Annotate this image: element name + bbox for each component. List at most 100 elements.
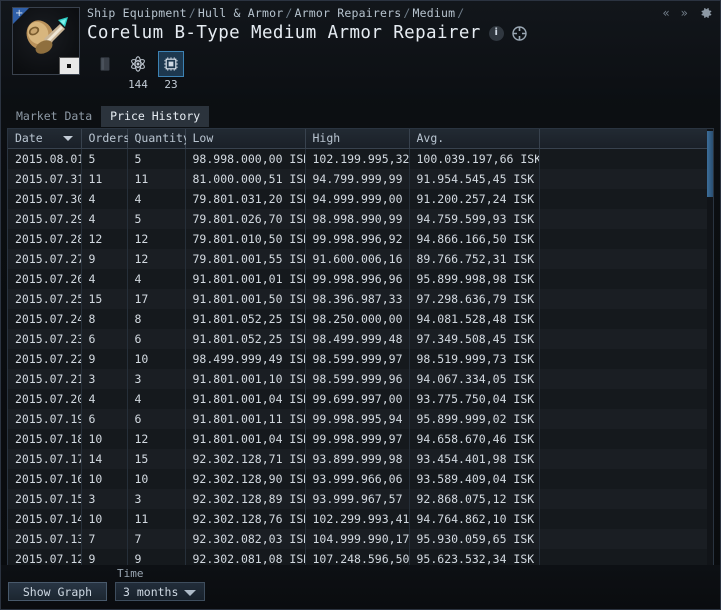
table-row[interactable]: 2015.07.16 10 10 92.302.128,90 ISK 93.999.96… <box>8 468 713 489</box>
cell-avg: 94.658.670,46 ISK <box>409 428 540 449</box>
table-row[interactable]: 2015.07.30 4 4 79.801.031,20 ISK 94.999.999,… <box>8 188 713 209</box>
column-header-date-label: Date <box>15 131 43 145</box>
show-graph-button[interactable]: Show Graph <box>8 582 107 601</box>
tab-price-history[interactable]: Price History <box>101 106 210 127</box>
vertical-scrollbar[interactable] <box>707 129 713 565</box>
breadcrumb-item-2[interactable]: Armor Repairers <box>294 6 401 20</box>
attribute-powergrid-value: 144 <box>128 78 148 91</box>
cell-spacer <box>539 529 713 549</box>
time-label: Time <box>117 567 144 580</box>
price-history-table: Date Orders Quantity Low High Avg. 2015.… <box>7 128 714 565</box>
column-header-quantity[interactable]: Quantity <box>127 129 190 149</box>
column-header-orders[interactable]: Orders <box>81 129 130 149</box>
cell-quantity: 5 <box>127 208 186 229</box>
table-row[interactable]: 2015.07.25 15 17 91.801.001,50 ISK 98.396.98… <box>8 288 713 309</box>
cell-avg: 97.349.508,45 ISK <box>409 328 540 349</box>
cell-spacer <box>539 389 713 409</box>
cell-avg: 95.899.998,98 ISK <box>409 268 540 289</box>
gear-icon[interactable] <box>699 6 713 20</box>
breadcrumb-item-1[interactable]: Hull & Armor <box>198 6 283 20</box>
cell-spacer <box>539 149 713 169</box>
cell-orders: 9 <box>81 548 128 565</box>
table-row[interactable]: 2015.07.31 11 11 81.000.000,51 ISK 94.799.99… <box>8 168 713 189</box>
time-range-select[interactable]: 3 months <box>115 582 205 601</box>
cell-avg: 94.759.599,93 ISK <box>409 208 540 229</box>
cell-high: 107.248.596,50 IS <box>305 548 410 565</box>
tab-market-data[interactable]: Market Data <box>7 106 101 127</box>
column-header-low[interactable]: Low <box>185 129 306 149</box>
table-row[interactable]: 2015.07.17 14 15 92.302.128,71 ISK 93.899.99… <box>8 448 713 469</box>
table-row[interactable]: 2015.07.15 3 3 92.302.128,89 ISK 93.999.967,… <box>8 488 713 509</box>
cell-orders: 7 <box>81 528 128 549</box>
attribute-cpu[interactable]: 23 <box>158 51 184 91</box>
cell-spacer <box>539 549 713 566</box>
cell-avg: 93.775.750,04 ISK <box>409 388 540 409</box>
cell-low: 92.302.128,71 ISK <box>185 448 306 469</box>
column-header-date[interactable]: Date <box>8 129 82 149</box>
table-row[interactable]: 2015.07.23 6 6 91.801.052,25 ISK 98.499.999,… <box>8 328 713 349</box>
cell-spacer <box>539 469 713 489</box>
item-icon[interactable]: + <box>12 7 80 75</box>
table-row[interactable]: 2015.07.20 4 4 91.801.001,04 ISK 99.699.997,… <box>8 388 713 409</box>
cell-low: 79.801.031,20 ISK <box>185 188 306 209</box>
page-title: Corelum B-Type Medium Armor Repairer <box>87 23 481 43</box>
table-row[interactable]: 2015.08.01 5 5 98.998.000,00 ISK 102.199.995… <box>8 148 713 169</box>
table-row[interactable]: 2015.07.28 12 12 79.801.010,50 ISK 99.998.99… <box>8 228 713 249</box>
time-range-value: 3 months <box>123 584 179 599</box>
cell-orders: 6 <box>81 408 128 429</box>
table-row[interactable]: 2015.07.22 9 10 98.499.999,49 ISK 98.599.999… <box>8 348 713 369</box>
cell-spacer <box>539 489 713 509</box>
cell-date: 2015.07.31 <box>8 168 82 189</box>
column-header-avg[interactable]: Avg. <box>409 129 540 149</box>
collapse-right-button[interactable]: » <box>681 6 688 20</box>
cell-orders: 4 <box>81 268 128 289</box>
vertical-scrollbar-thumb[interactable] <box>707 131 713 197</box>
cell-high: 99.998.996,92 ISK <box>305 228 410 249</box>
cell-quantity: 17 <box>127 288 186 309</box>
cell-high: 91.600.006,16 ISK <box>305 248 410 269</box>
cell-orders: 4 <box>81 208 128 229</box>
cell-avg: 89.766.752,31 ISK <box>409 248 540 269</box>
table-row[interactable]: 2015.07.12 9 9 92.302.081,08 ISK 107.248.596… <box>8 548 713 566</box>
breadcrumb-item-3[interactable]: Medium <box>412 6 455 20</box>
breadcrumb-item-0[interactable]: Ship Equipment <box>87 6 187 20</box>
cell-quantity: 7 <box>127 528 186 549</box>
cell-spacer <box>539 409 713 429</box>
collapse-left-button[interactable]: « <box>662 6 669 20</box>
table-row[interactable]: 2015.07.29 4 5 79.801.026,70 ISK 98.998.990,… <box>8 208 713 229</box>
cell-date: 2015.07.15 <box>8 488 82 509</box>
table-row[interactable]: 2015.07.24 8 8 91.801.052,25 ISK 98.250.000,… <box>8 308 713 329</box>
column-header-spacer[interactable] <box>539 129 713 149</box>
cell-orders: 5 <box>81 148 128 169</box>
table-row[interactable]: 2015.07.21 3 3 91.801.001,10 ISK 98.599.999,… <box>8 368 713 389</box>
table-body: 2015.08.01 5 5 98.998.000,00 ISK 102.199.995… <box>8 148 713 566</box>
table-row[interactable]: 2015.07.19 6 6 91.801.001,11 ISK 99.998.995,… <box>8 408 713 429</box>
table-row[interactable]: 2015.07.26 4 4 91.801.001,01 ISK 99.998.996,… <box>8 268 713 289</box>
cell-high: 93.999.966,06 ISK <box>305 468 410 489</box>
cell-spacer <box>539 509 713 529</box>
cell-quantity: 10 <box>127 348 186 369</box>
cell-quantity: 12 <box>127 228 186 249</box>
table-row[interactable]: 2015.07.18 10 12 91.801.001,04 ISK 99.998.99… <box>8 428 713 449</box>
info-icon[interactable]: i <box>488 25 504 41</box>
cell-high: 99.998.999,97 ISK <box>305 428 410 449</box>
table-row[interactable]: 2015.07.13 7 7 92.302.082,03 ISK 104.999.990… <box>8 528 713 549</box>
cell-quantity: 11 <box>127 508 186 529</box>
cell-quantity: 12 <box>127 428 186 449</box>
table-row[interactable]: 2015.07.27 9 12 79.801.001,55 ISK 91.600.006… <box>8 248 713 269</box>
cell-low: 91.801.001,50 ISK <box>185 288 306 309</box>
cell-high: 94.999.999,00 ISK <box>305 188 410 209</box>
cell-high: 93.999.967,57 ISK <box>305 488 410 509</box>
attribute-volume[interactable] <box>92 51 118 79</box>
cell-low: 91.801.052,25 ISK <box>185 328 306 349</box>
cell-low: 98.499.999,49 ISK <box>185 348 306 369</box>
breadcrumb-sep-0: / <box>188 6 196 20</box>
cell-avg: 93.589.409,04 ISK <box>409 468 540 489</box>
table-row[interactable]: 2015.07.14 10 11 92.302.128,76 ISK 102.299.9… <box>8 508 713 529</box>
cell-quantity: 4 <box>127 268 186 289</box>
attribute-powergrid[interactable]: 144 <box>125 51 151 91</box>
column-header-high[interactable]: High <box>305 129 410 149</box>
target-icon[interactable] <box>512 25 527 41</box>
cell-date: 2015.07.28 <box>8 228 82 249</box>
cell-avg: 94.067.334,05 ISK <box>409 368 540 389</box>
